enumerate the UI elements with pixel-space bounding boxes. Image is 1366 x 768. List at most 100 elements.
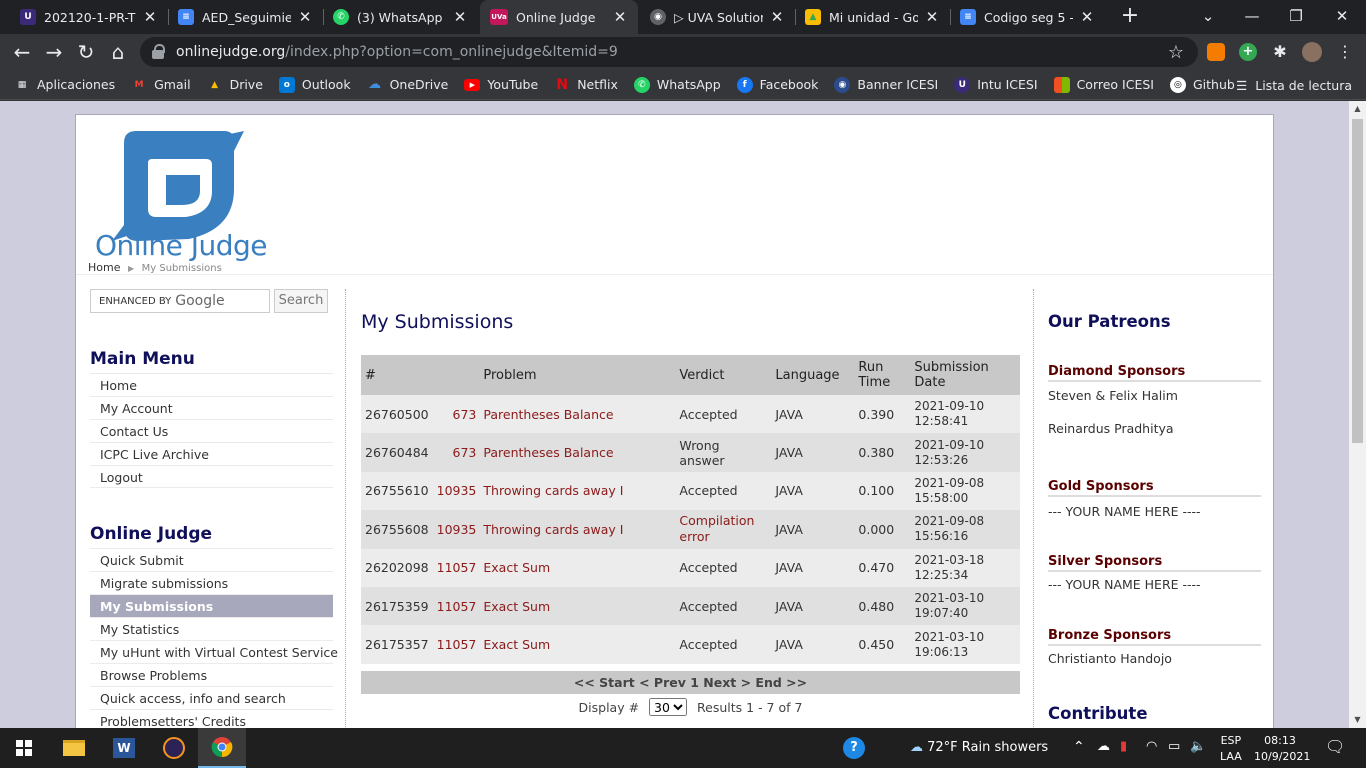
problem-name[interactable]: Exact Sum — [479, 586, 676, 626]
close-tab-icon[interactable]: ✕ — [924, 8, 940, 26]
menu-icon[interactable]: ⋮ — [1336, 43, 1354, 61]
file-explorer-icon[interactable] — [50, 728, 98, 768]
menu-item-quick-submit[interactable]: Quick Submit — [90, 548, 333, 571]
verdict[interactable]: Compilation error — [675, 510, 772, 549]
breadcrumb-home[interactable]: Home — [88, 261, 120, 274]
search-button[interactable]: Search — [274, 289, 328, 313]
lock-icon[interactable] — [152, 44, 166, 60]
scrollbar-thumb[interactable] — [1352, 119, 1363, 443]
language-indicator[interactable]: ESP LAA — [1220, 733, 1242, 765]
address-bar[interactable]: onlinejudge.org /index.php?option=com_on… — [140, 37, 1198, 67]
bookmark-star-icon[interactable]: ☆ — [1168, 42, 1184, 63]
bookmark-youtube[interactable]: ▶ YouTube — [464, 77, 538, 92]
bookmark-gmail[interactable]: M Gmail — [131, 77, 191, 93]
display-count-select[interactable]: 30 — [649, 698, 688, 716]
problem-id[interactable]: 10935 — [432, 510, 480, 549]
bookmark-netflix[interactable]: N Netflix — [554, 77, 618, 93]
weather-widget[interactable]: ☁ 72°F Rain showers — [910, 740, 1048, 755]
problem-id[interactable]: 10935 — [432, 471, 480, 511]
scroll-up-icon[interactable]: ▲ — [1349, 101, 1366, 117]
close-window-icon[interactable]: ✕ — [1320, 0, 1364, 34]
bookmark-drive[interactable]: ▲ Drive — [207, 77, 263, 93]
menu-item-icpc-live-archive[interactable]: ICPC Live Archive — [90, 442, 333, 465]
reading-list-button[interactable]: ☰ Lista de lectura — [1236, 70, 1352, 100]
tab-whatsapp[interactable]: ✆ (3) WhatsApp ✕ — [323, 0, 478, 34]
puzzle-icon[interactable]: ✱ — [1271, 43, 1289, 61]
close-tab-icon[interactable]: ✕ — [452, 8, 468, 26]
problem-name[interactable]: Exact Sum — [479, 625, 676, 664]
menu-item-home[interactable]: Home — [90, 373, 333, 396]
tab-uva-solution[interactable]: ◉ ▷ UVA Solution fo ✕ — [640, 0, 795, 34]
scroll-down-icon[interactable]: ▼ — [1349, 712, 1366, 728]
menu-item-browse-problems[interactable]: Browse Problems — [90, 663, 333, 686]
bookmark-apps[interactable]: ▦ Aplicaciones — [14, 77, 115, 93]
tab-aed[interactable]: ≡ AED_Seguimiento ✕ — [168, 0, 323, 34]
close-tab-icon[interactable]: ✕ — [297, 8, 313, 26]
extension-icon[interactable] — [1207, 43, 1225, 61]
pagination[interactable]: << Start < Prev 1 Next > End >> — [361, 671, 1020, 694]
add-extension-icon[interactable]: + — [1239, 43, 1257, 61]
home-icon[interactable]: ⌂ — [104, 38, 132, 66]
clock[interactable]: 08:13 10/9/2021 — [1254, 733, 1310, 765]
close-tab-icon[interactable]: ✕ — [612, 8, 628, 26]
tab-online-judge[interactable]: UVa Online Judge ✕ — [480, 0, 638, 34]
logo-text[interactable]: Online Judge — [95, 229, 268, 262]
notifications-icon[interactable]: 🗨 — [1325, 737, 1345, 756]
problem-id[interactable]: 673 — [432, 433, 480, 472]
minimize-icon[interactable]: — — [1230, 0, 1274, 34]
forward-icon[interactable]: → — [40, 38, 68, 66]
menu-item-my-submissions[interactable]: My Submissions — [90, 594, 333, 617]
bookmark-intu[interactable]: U Intu ICESI — [954, 76, 1038, 93]
close-tab-icon[interactable]: ✕ — [142, 8, 158, 26]
menu-item-contact-us[interactable]: Contact Us — [90, 419, 333, 442]
close-tab-icon[interactable]: ✕ — [1079, 8, 1095, 26]
menu-item-migrate[interactable]: Migrate submissions — [90, 571, 333, 594]
avatar[interactable] — [1302, 42, 1322, 62]
reload-icon[interactable]: ↻ — [72, 38, 100, 66]
problem-name[interactable]: Throwing cards away I — [479, 471, 676, 511]
tab-codigo[interactable]: ≡ Codigo seg 5 - D ✕ — [950, 0, 1105, 34]
google-search-input[interactable]: ENHANCED BY Google — [90, 289, 270, 313]
volume-muted-icon[interactable]: 🔈 — [1190, 739, 1206, 754]
eclipse-icon[interactable] — [150, 728, 198, 768]
close-tab-icon[interactable]: ✕ — [769, 8, 785, 26]
tab-drive[interactable]: ▲ Mi unidad - Goog ✕ — [795, 0, 950, 34]
bookmark-correo[interactable]: Correo ICESI — [1053, 76, 1154, 93]
battery-icon[interactable]: ▭ — [1168, 739, 1180, 754]
menu-item-uhunt[interactable]: My uHunt with Virtual Contest Service — [90, 640, 338, 663]
network-status-icon[interactable]: ☁ — [1097, 739, 1110, 754]
problem-id[interactable]: 11057 — [432, 548, 480, 587]
problem-id[interactable]: 11057 — [432, 625, 480, 664]
menu-item-logout[interactable]: Logout — [90, 465, 333, 488]
chevron-up-icon[interactable]: ⌃ — [1073, 739, 1085, 755]
problem-name[interactable]: Parentheses Balance — [479, 433, 676, 472]
bookmark-onedrive[interactable]: ☁ OneDrive — [367, 77, 448, 93]
bookmark-github[interactable]: ◎ Github — [1169, 76, 1235, 93]
tab-search-icon[interactable]: ⌄ — [1186, 0, 1230, 34]
bookmark-whatsapp[interactable]: ✆ WhatsApp — [633, 76, 721, 93]
bookmark-banner[interactable]: ◉ Banner ICESI — [834, 76, 938, 93]
bookmark-facebook[interactable]: f Facebook — [736, 76, 818, 93]
menu-item-my-account[interactable]: My Account — [90, 396, 333, 419]
bookmark-outlook[interactable]: o Outlook — [278, 76, 351, 93]
problem-id[interactable]: 11057 — [432, 586, 480, 626]
back-icon[interactable]: ← — [8, 38, 36, 66]
restore-icon[interactable]: ❐ — [1274, 0, 1318, 34]
menu-item-quick-access[interactable]: Quick access, info and search — [90, 686, 333, 709]
menu-item-credits[interactable]: Problemsetters' Credits — [90, 709, 333, 728]
page-scrollbar[interactable]: ▲ ▼ — [1349, 101, 1366, 728]
new-tab-button[interactable]: + — [1118, 4, 1142, 28]
notification-badge-icon[interactable]: ▮ — [1120, 739, 1127, 754]
submission-date-time: 12:53:26 — [914, 452, 969, 467]
problem-name[interactable]: Throwing cards away I — [479, 510, 676, 549]
menu-item-my-statistics[interactable]: My Statistics — [90, 617, 333, 640]
help-icon[interactable]: ? — [830, 728, 878, 768]
tab-icesi[interactable]: U 202120-1-PR-TIC ✕ — [10, 0, 168, 34]
problem-name[interactable]: Parentheses Balance — [479, 395, 676, 434]
problem-name[interactable]: Exact Sum — [479, 548, 676, 587]
wifi-icon[interactable]: ◠ — [1146, 739, 1157, 754]
windows-start-icon[interactable] — [0, 728, 48, 768]
problem-id[interactable]: 673 — [432, 395, 480, 434]
word-icon[interactable]: W — [100, 728, 148, 768]
chrome-icon[interactable] — [198, 728, 246, 768]
